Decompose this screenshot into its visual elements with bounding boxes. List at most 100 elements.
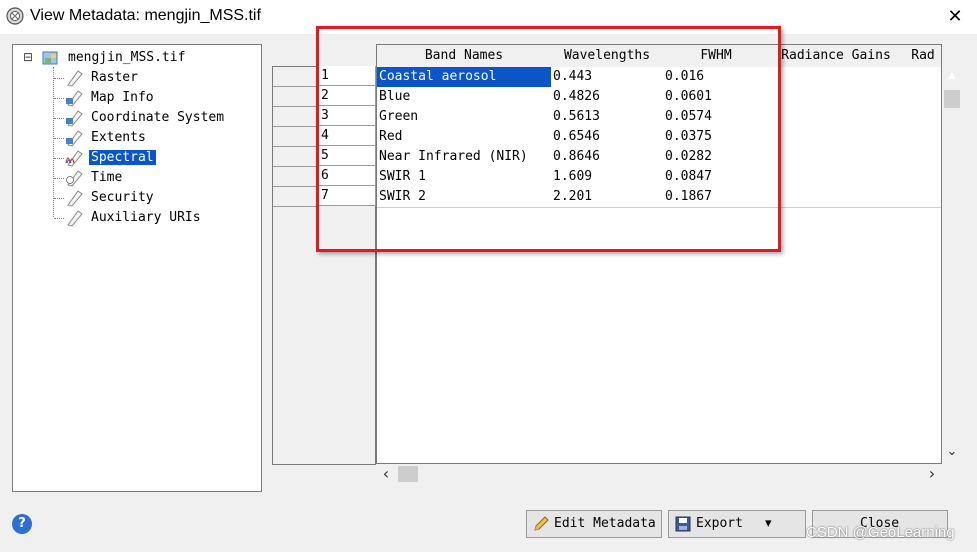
table-cell[interactable] bbox=[903, 187, 941, 208]
scroll-up-icon[interactable]: ▲ bbox=[942, 66, 962, 86]
table-cell[interactable] bbox=[769, 87, 906, 108]
table-cell[interactable]: 0.6546 bbox=[551, 127, 666, 148]
table-cell[interactable]: SWIR 2 bbox=[377, 187, 554, 208]
table-cell[interactable]: Red bbox=[377, 127, 554, 148]
tree-expander-icon[interactable]: ⊟ bbox=[23, 49, 33, 65]
table-cell[interactable]: 0.443 bbox=[551, 67, 666, 88]
table-cell[interactable] bbox=[903, 87, 941, 108]
table-cell[interactable] bbox=[769, 187, 906, 208]
table-cell[interactable]: 1.609 bbox=[551, 167, 666, 188]
table-cell[interactable] bbox=[903, 127, 941, 148]
table-cell[interactable]: SWIR 1 bbox=[377, 167, 554, 188]
tree-root[interactable]: mengjin_MSS.tif bbox=[66, 49, 187, 67]
export-button[interactable]: Export ▾ bbox=[668, 510, 806, 538]
horizontal-scroll-thumb[interactable] bbox=[398, 466, 418, 482]
tree-item-extents[interactable]: Extents bbox=[89, 129, 148, 147]
scroll-right-icon[interactable]: › bbox=[922, 464, 942, 484]
table-cell[interactable] bbox=[769, 127, 906, 148]
tree-item-label: Auxiliary URIs bbox=[91, 210, 201, 225]
table-cell[interactable]: Coastal aerosol bbox=[377, 67, 554, 88]
tree-item-label: Time bbox=[91, 170, 123, 185]
table-cell[interactable] bbox=[903, 107, 941, 128]
grid-corner bbox=[272, 44, 376, 66]
export-label: Export bbox=[696, 516, 743, 531]
table-cell[interactable]: 0.4826 bbox=[551, 87, 666, 108]
table-cell[interactable]: Green bbox=[377, 107, 554, 128]
table-cell[interactable]: 0.8646 bbox=[551, 147, 666, 168]
table-cell[interactable]: Near Infrared (NIR) bbox=[377, 147, 554, 168]
row-header-cell[interactable] bbox=[273, 147, 319, 167]
row-header-cell[interactable] bbox=[273, 187, 319, 207]
row-number[interactable]: 3 bbox=[319, 106, 376, 126]
tree-item-label: Raster bbox=[91, 70, 138, 85]
table-cell[interactable] bbox=[769, 147, 906, 168]
vertical-scroll-thumb[interactable] bbox=[944, 90, 960, 108]
scroll-left-icon[interactable]: ‹ bbox=[376, 464, 396, 484]
table-cell[interactable]: 2.201 bbox=[551, 187, 666, 208]
edit-metadata-button[interactable]: Edit Metadata bbox=[526, 510, 662, 538]
row-number[interactable]: 2 bbox=[319, 86, 376, 106]
tree-item-map-info[interactable]: Map Info bbox=[89, 89, 156, 107]
column-header-wavelengths[interactable]: Wavelengths bbox=[551, 45, 664, 68]
tree-connector bbox=[54, 158, 64, 159]
table-cell[interactable]: 0.5613 bbox=[551, 107, 666, 128]
tree-connector bbox=[54, 78, 64, 79]
tree-item-label: Coordinate System bbox=[91, 110, 225, 125]
extents-icon bbox=[64, 129, 84, 147]
column-header-fwhm[interactable]: FWHM bbox=[663, 45, 770, 68]
help-button[interactable]: ? bbox=[12, 514, 32, 534]
row-header-cell[interactable] bbox=[273, 87, 319, 107]
row-number[interactable]: 5 bbox=[319, 146, 376, 166]
tree-connector bbox=[54, 178, 64, 179]
row-number[interactable]: 6 bbox=[319, 166, 376, 186]
map-info-icon bbox=[64, 89, 84, 107]
table-cell[interactable]: 0.0601 bbox=[663, 87, 772, 108]
tree-item-coordinate-system[interactable]: Coordinate System bbox=[89, 109, 226, 127]
row-header-cell[interactable] bbox=[273, 107, 319, 127]
horizontal-scrollbar[interactable]: ‹ › bbox=[376, 464, 942, 484]
tree-item-security[interactable]: Security bbox=[89, 189, 156, 207]
row-header-cell[interactable] bbox=[273, 67, 319, 87]
watermark: CSDN @GeoLearning bbox=[806, 524, 955, 541]
table-cell[interactable]: 0.0375 bbox=[663, 127, 772, 148]
tree-connector bbox=[54, 118, 64, 119]
window-close-button[interactable]: ✕ bbox=[940, 4, 970, 30]
table-cell[interactable] bbox=[903, 67, 941, 88]
edit-metadata-label: Edit Metadata bbox=[554, 516, 656, 531]
spectral-table[interactable]: Band Names Wavelengths FWHM Radiance Gains R… bbox=[376, 44, 942, 464]
column-header-radiance-gains[interactable]: Radiance Gains bbox=[769, 45, 904, 68]
column-header-rad[interactable]: Rad bbox=[903, 45, 941, 68]
tree-item-raster[interactable]: Raster bbox=[89, 69, 140, 87]
pencil-icon bbox=[532, 515, 550, 533]
tree-item-auxiliary-uris[interactable]: Auxiliary URIs bbox=[89, 209, 203, 227]
window-title: View Metadata: mengjin_MSS.tif bbox=[30, 7, 261, 24]
table-cell[interactable]: Blue bbox=[377, 87, 554, 108]
table-cell[interactable]: 0.0282 bbox=[663, 147, 772, 168]
table-cell[interactable]: 0.0574 bbox=[663, 107, 772, 128]
auxiliary-uris-icon bbox=[64, 209, 84, 227]
tree-item-label: Map Info bbox=[91, 90, 154, 105]
table-cell[interactable] bbox=[903, 167, 941, 188]
save-disk-icon bbox=[674, 515, 692, 533]
table-cell[interactable]: 0.0847 bbox=[663, 167, 772, 188]
vertical-scrollbar[interactable]: ▲ ⌄ bbox=[942, 66, 962, 464]
row-header-cell[interactable] bbox=[273, 127, 319, 147]
tree-connector bbox=[53, 67, 54, 217]
row-number[interactable]: 7 bbox=[319, 186, 376, 206]
table-cell[interactable] bbox=[769, 167, 906, 188]
row-number[interactable]: 4 bbox=[319, 126, 376, 146]
scroll-down-icon[interactable]: ⌄ bbox=[942, 442, 962, 462]
table-cell[interactable] bbox=[769, 107, 906, 128]
column-header-band-names[interactable]: Band Names bbox=[377, 45, 552, 68]
table-cell[interactable]: 0.1867 bbox=[663, 187, 772, 208]
table-cell[interactable] bbox=[903, 147, 941, 168]
spectral-icon bbox=[64, 149, 84, 167]
row-number[interactable]: 1 bbox=[319, 66, 376, 86]
tree-item-time[interactable]: Time bbox=[89, 169, 124, 187]
table-cell[interactable]: 0.016 bbox=[663, 67, 772, 88]
time-icon bbox=[64, 169, 84, 187]
tree-item-spectral[interactable]: Spectral bbox=[89, 149, 156, 167]
tree-connector bbox=[54, 198, 64, 199]
table-cell[interactable] bbox=[769, 67, 906, 88]
row-header-cell[interactable] bbox=[273, 167, 319, 187]
